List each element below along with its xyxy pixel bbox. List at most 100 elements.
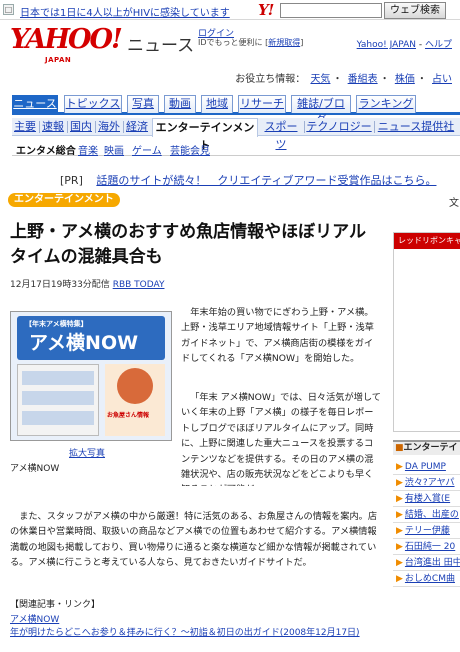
signup-link[interactable]: 新規取得	[268, 38, 300, 47]
login-desc: IDでもっと便利に [新規取得]	[198, 38, 304, 47]
util-weather[interactable]: 天気	[310, 74, 330, 85]
arrow-icon: ▶	[396, 526, 403, 536]
article-date: 12月17日19時33分配信	[10, 280, 110, 290]
sub-press[interactable]: 芸能会見	[170, 142, 210, 157]
util-label: お役立ち情報：	[235, 74, 306, 85]
cat-sports[interactable]: スポーツ	[260, 118, 302, 151]
sub-game[interactable]: ゲーム	[132, 142, 162, 157]
category-nav: 主要 速報 国内 海外 経済 エンターテインメント スポーツ テクノロジー ニュ…	[12, 118, 460, 152]
login-desc-text: IDでもっと便利に	[198, 38, 263, 47]
sub-nav: エンタメ総合 音楽 映画 ゲーム 芸能会見	[12, 140, 460, 157]
article-photo[interactable]: 【年末アメ横特集】 アメ横NOW お魚屋さん情報	[10, 311, 172, 441]
utility-links: お役立ち情報： 天気・ 番組表・ 株価・ 占い	[235, 70, 454, 85]
util-fortune[interactable]: 占い	[432, 74, 452, 85]
pr-link[interactable]: 話題のサイトが続々！ クリエイティブアワード受賞作品はこちら。	[96, 174, 436, 187]
util-sep: ・	[379, 74, 390, 85]
cat-domestic[interactable]: 国内	[68, 118, 94, 136]
sidebar-item-link[interactable]: おしめCM曲	[405, 574, 455, 584]
ad-icon: □	[3, 4, 14, 15]
sidebar-item-link[interactable]: 結婚、出産の	[405, 510, 459, 520]
related-link-2[interactable]: 年が明けたらどこへお参り＆拝みに行く？～初詣＆初日の出ガイド(2008年12月1…	[10, 626, 381, 640]
related-link-1[interactable]: アメ横NOW	[10, 612, 59, 625]
top-ad-bar: □ 日本では1日に4人以上がHIVに感染しています Y! ウェブ検索	[0, 0, 460, 20]
tab-region[interactable]: 地域	[201, 95, 233, 113]
sidebar-item[interactable]: ▶ 有楼入賞(E	[393, 491, 460, 507]
main-nav: ニュース トピックス 写真 動画 地域 リサーチ 雑誌/ブログ ランキング	[12, 95, 460, 126]
search-input[interactable]	[280, 3, 382, 18]
related-links-heading: 【関連記事・リンク】	[10, 600, 101, 610]
sidebar-item[interactable]: ▶ 渋々?アヤパ	[393, 475, 460, 491]
site-header: YAHOO! JAPAN ニュース ログイン IDでもっと便利に [新規取得] …	[0, 22, 460, 64]
sidebar-item-link[interactable]: テリー伊藤	[405, 526, 450, 536]
section-title[interactable]: ニュース	[127, 31, 194, 56]
sidebar-item-link[interactable]: 有楼入賞(E	[405, 494, 450, 504]
tab-topics[interactable]: トピックス	[64, 95, 122, 113]
header-right-links: Yahoo! JAPAN - ヘルプ	[357, 37, 452, 50]
tab-news[interactable]: ニュース	[12, 95, 58, 113]
photo-person: お魚屋さん情報	[105, 364, 165, 436]
util-sep: ・	[416, 74, 427, 85]
sidebar-ent-header: ■エンターテイ	[393, 440, 460, 455]
tab-ranking[interactable]: ランキング	[356, 95, 416, 113]
source-link[interactable]: RBB TODAY	[113, 280, 165, 290]
web-search-button[interactable]: ウェブ検索	[384, 2, 446, 19]
photo-banner: 【年末アメ横特集】 アメ横NOW	[17, 316, 165, 360]
sidebar-ent-title: エンターテイ	[403, 443, 458, 453]
pr-label: [PR]	[60, 174, 83, 187]
article-paragraph-2: 「年末 アメ横NOW」では、日々活気が増していく年末の上野「アメ横」の様子を毎日…	[181, 392, 381, 486]
arrow-icon: ▶	[396, 558, 403, 568]
arrow-icon: ▶	[396, 494, 403, 504]
sidebar-item[interactable]: ▶ テリー伊藤	[393, 523, 460, 539]
sidebar-item-link[interactable]: 渋々?アヤパ	[405, 478, 455, 488]
arrow-icon: ▶	[396, 574, 403, 584]
pr-ad: [PR] 話題のサイトが続々！ クリエイティブアワード受賞作品はこちら。	[60, 172, 436, 188]
yahoo-logo[interactable]: YAHOO!	[10, 24, 123, 55]
article-meta: 12月17日19時33分配信 RBB TODAY	[10, 277, 164, 290]
cat-entertainment[interactable]: エンターテインメント	[152, 118, 258, 152]
cat-technology[interactable]: テクノロジー	[306, 118, 372, 136]
tab-magazine-blog[interactable]: 雑誌/ブログ	[291, 95, 351, 126]
tab-research[interactable]: リサーチ	[238, 95, 286, 113]
cat-sep	[304, 121, 305, 133]
person-image	[117, 368, 153, 404]
cat-sep	[374, 121, 375, 133]
sidebar-item[interactable]: ▶ 台湾進出 田中	[393, 555, 460, 571]
photo-content-blocks	[17, 364, 99, 436]
photo-caption-inner: お魚屋さん情報	[107, 412, 150, 419]
sub-movie[interactable]: 映画	[104, 142, 124, 157]
cat-economy[interactable]: 経済	[124, 118, 150, 136]
article-paragraph-1: 年末年始の買い物でにぎわう上野・アメ横。上野・浅草エリア地域情報サイト「上野・浅…	[181, 307, 374, 365]
arrow-icon: ▶	[396, 478, 403, 488]
yahoo-japan-link[interactable]: Yahoo! JAPAN	[357, 40, 416, 50]
sidebar-item[interactable]: ▶ 結婚、出産の	[393, 507, 460, 523]
category-badge: エンターテインメント	[8, 193, 120, 207]
header-sep: -	[416, 40, 425, 50]
util-tv[interactable]: 番組表	[348, 74, 378, 85]
cat-breaking[interactable]: 速報	[40, 118, 66, 136]
arrow-icon: ▶	[396, 542, 403, 552]
sidebar-red-ribbon: レッドリボンキャ	[393, 232, 460, 432]
util-stocks[interactable]: 株価	[395, 74, 415, 85]
tab-photos[interactable]: 写真	[127, 95, 159, 113]
article-paragraph-3: また、スタッフがアメ横の中から厳選！特に活気のある、お魚屋さんの情報を案内。店の…	[10, 511, 378, 569]
sidebar-item[interactable]: ▶ おしめCM曲	[393, 571, 460, 587]
header-square-icon: ■	[395, 443, 404, 453]
sidebar-item-link[interactable]: DA PUMP	[405, 462, 446, 472]
cat-main[interactable]: 主要	[12, 118, 38, 136]
enlarge-photo-link[interactable]: 拡大写真	[69, 446, 105, 459]
util-sep: ・	[332, 74, 343, 85]
red-ribbon-header[interactable]: レッドリボンキャ	[394, 233, 460, 249]
sidebar-item-link[interactable]: 台湾進出 田中	[405, 558, 460, 568]
sidebar-item-link[interactable]: 石田純一 20	[405, 542, 455, 552]
cat-providers[interactable]: ニュース提供社	[376, 118, 456, 136]
sub-music[interactable]: 音楽	[78, 142, 98, 157]
yahoo-mini-logo[interactable]: Y!	[258, 1, 274, 19]
sub-ent-general[interactable]: エンタメ総合	[16, 142, 76, 157]
sidebar-item[interactable]: ▶ 石田純一 20	[393, 539, 460, 555]
sidebar-item[interactable]: ▶ DA PUMP	[393, 459, 460, 475]
ad-link[interactable]: 日本では1日に4人以上がHIVに感染しています	[20, 4, 230, 19]
cat-overseas[interactable]: 海外	[96, 118, 122, 136]
tab-video[interactable]: 動画	[164, 95, 196, 113]
yahoo-logo-sub: JAPAN	[45, 56, 72, 64]
help-link[interactable]: ヘルプ	[425, 40, 452, 50]
